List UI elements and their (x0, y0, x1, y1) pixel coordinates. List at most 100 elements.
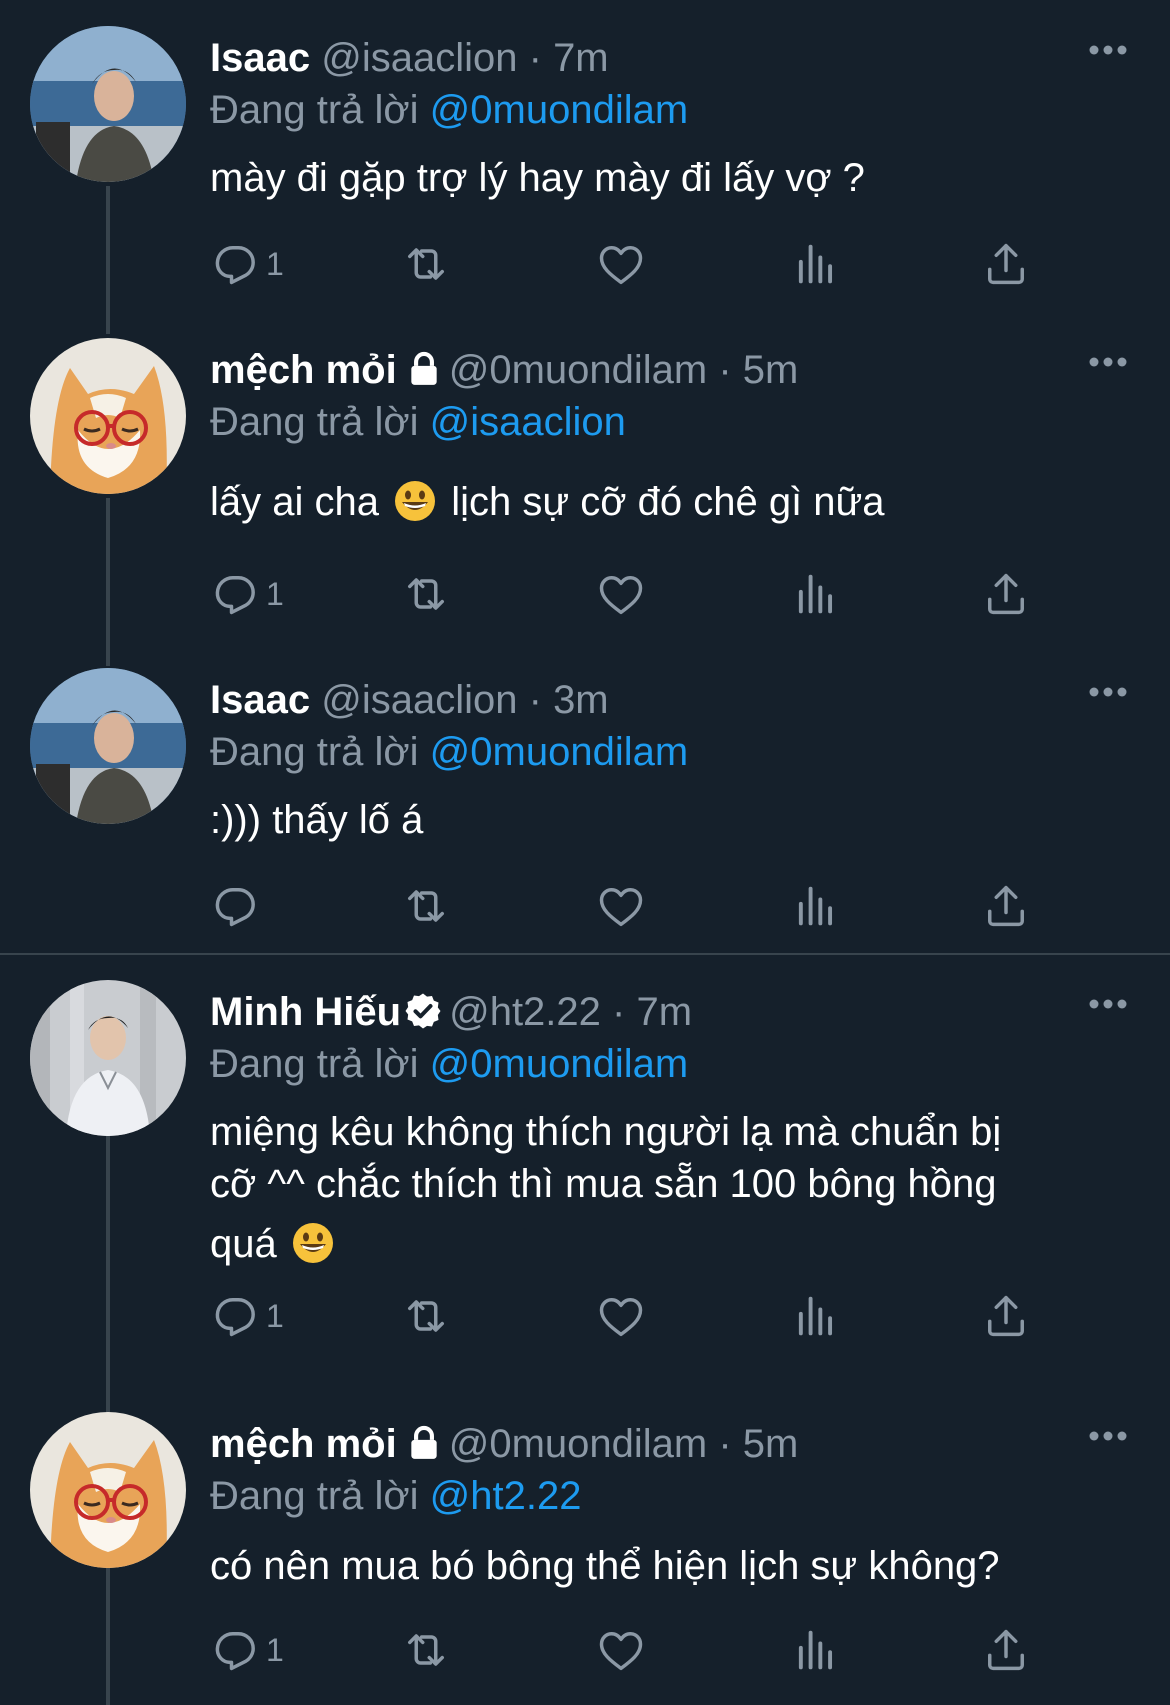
timestamp[interactable]: 3m (553, 678, 609, 722)
tweet-text-line: quá (210, 1222, 277, 1266)
tweet[interactable]: Minh Hiếu @ht2.22 · 7m Đang trả lời @0muo… (0, 980, 1170, 1380)
avatar-mech-moi[interactable] (30, 338, 186, 494)
tweet-header: Minh Hiếu @ht2.22 · 7m (210, 986, 692, 1038)
retweet-button[interactable] (400, 1622, 452, 1678)
tweet-actions (210, 878, 1050, 934)
more-icon[interactable] (1088, 356, 1128, 368)
views-button[interactable] (790, 878, 842, 934)
reply-icon (215, 1632, 255, 1671)
tweet-text-line: cỡ ^^ chắc thích thì mua sẵn 100 bông hồ… (210, 1162, 997, 1206)
share-button[interactable] (980, 878, 1032, 934)
mention-link[interactable]: @ht2.22 (430, 1474, 582, 1518)
replying-to: Đang trả lời @0muondilam (210, 84, 688, 136)
mention-link[interactable]: @0muondilam (430, 730, 689, 774)
author-handle[interactable]: @isaaclion (321, 678, 517, 722)
views-button[interactable] (790, 1288, 842, 1344)
views-button[interactable] (790, 236, 842, 292)
separator-dot: · (718, 1422, 732, 1466)
more-icon[interactable] (1088, 1430, 1128, 1442)
timestamp[interactable]: 5m (743, 1422, 799, 1466)
replying-label: Đang trả lời (210, 88, 419, 132)
reply-button[interactable]: 1 (212, 566, 284, 622)
reply-icon (215, 246, 255, 285)
views-icon (798, 1296, 833, 1336)
author-name[interactable]: mệch mỏi (210, 1422, 397, 1466)
more-icon[interactable] (1088, 686, 1128, 698)
tweet-actions: 1 (210, 236, 1050, 292)
reply-button[interactable] (212, 878, 266, 934)
conversation-divider (0, 953, 1170, 955)
share-button[interactable] (980, 1288, 1032, 1344)
timestamp[interactable]: 5m (743, 348, 799, 392)
retweet-icon (408, 578, 444, 610)
share-button[interactable] (980, 566, 1032, 622)
replying-to: Đang trả lời @0muondilam (210, 1038, 688, 1090)
retweet-icon (408, 890, 444, 922)
grinning-face-emoji-icon (292, 1223, 333, 1264)
tweet[interactable]: Isaac @isaaclion · 7m Đang trả lời @0muo… (0, 26, 1170, 296)
author-handle[interactable]: @0muondilam (449, 348, 708, 392)
views-icon (798, 574, 833, 614)
retweet-button[interactable] (400, 236, 452, 292)
reply-button[interactable]: 1 (212, 1622, 284, 1678)
replying-to: Đang trả lời @0muondilam (210, 726, 688, 778)
avatar-isaac[interactable] (30, 668, 186, 824)
author-name[interactable]: mệch mỏi (210, 348, 397, 392)
author-name[interactable]: Minh Hiếu (210, 990, 401, 1034)
tweet-text-line: miệng kêu không thích người lạ mà chuẩn … (210, 1110, 1002, 1154)
reply-count: 1 (266, 575, 284, 612)
timestamp[interactable]: 7m (553, 36, 609, 80)
reply-icon (215, 1298, 255, 1337)
tweet-header: Isaac @isaaclion · 7m (210, 32, 609, 84)
like-button[interactable] (595, 236, 647, 292)
share-icon (988, 243, 1024, 285)
like-button[interactable] (595, 1622, 647, 1678)
reply-button[interactable]: 1 (212, 1288, 284, 1344)
tweet[interactable]: mệch mỏi @0muondilam · 5m Đang trả lời @i… (0, 338, 1170, 628)
mention-link[interactable]: @0muondilam (430, 1042, 689, 1086)
share-button[interactable] (980, 1622, 1032, 1678)
retweet-button[interactable] (400, 1288, 452, 1344)
like-button[interactable] (595, 1288, 647, 1344)
views-icon (798, 244, 833, 284)
author-handle[interactable]: @isaaclion (321, 36, 517, 80)
like-button[interactable] (595, 566, 647, 622)
author-name[interactable]: Isaac (210, 36, 310, 80)
reply-count: 1 (266, 1297, 284, 1334)
views-button[interactable] (790, 1622, 842, 1678)
reply-button[interactable]: 1 (212, 236, 284, 292)
tweet-text: mày đi gặp trợ lý hay mày đi lấy vợ ? (210, 156, 865, 200)
mention-link[interactable]: @isaaclion (430, 400, 626, 444)
tweet[interactable]: Isaac @isaaclion · 3m Đang trả lời @0muo… (0, 668, 1170, 940)
tweet-text: có nên mua bó bông thể hiện lịch sự khôn… (210, 1544, 1000, 1588)
more-icon[interactable] (1088, 998, 1128, 1010)
retweet-icon (408, 1634, 444, 1666)
author-handle[interactable]: @ht2.22 (449, 990, 601, 1034)
timestamp[interactable]: 7m (637, 990, 693, 1034)
views-icon (798, 1630, 833, 1670)
tweet-actions: 1 (210, 1622, 1050, 1678)
avatar-isaac[interactable] (30, 26, 186, 182)
retweet-button[interactable] (400, 566, 452, 622)
heart-icon (599, 888, 643, 927)
author-name[interactable]: Isaac (210, 678, 310, 722)
like-button[interactable] (595, 878, 647, 934)
separator-dot: · (612, 990, 626, 1034)
avatar-mech-moi[interactable] (30, 1412, 186, 1568)
heart-icon (599, 1632, 643, 1671)
replying-to: Đang trả lời @ht2.22 (210, 1470, 582, 1522)
share-icon (988, 573, 1024, 615)
tweet-text: miệng kêu không thích người lạ mà chuẩn … (210, 1106, 1110, 1270)
avatar-minh-hieu[interactable] (30, 980, 186, 1136)
mention-link[interactable]: @0muondilam (430, 88, 689, 132)
reply-icon (215, 576, 255, 615)
share-button[interactable] (980, 236, 1032, 292)
more-icon[interactable] (1088, 44, 1128, 56)
lock-icon (411, 352, 437, 386)
tweet[interactable]: mệch mỏi @0muondilam · 5m Đang trả lời @h… (0, 1412, 1170, 1692)
reply-icon (215, 888, 255, 927)
tweet-text-part: lịch sự cỡ đó chê gì nữa (451, 480, 885, 524)
views-button[interactable] (790, 566, 842, 622)
author-handle[interactable]: @0muondilam (449, 1422, 708, 1466)
retweet-button[interactable] (400, 878, 452, 934)
